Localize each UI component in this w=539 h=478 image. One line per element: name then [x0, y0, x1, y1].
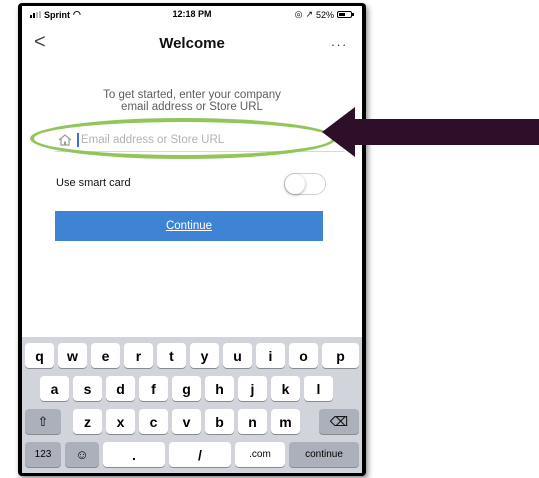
- email-input[interactable]: [81, 131, 331, 149]
- key-a[interactable]: a: [40, 376, 69, 401]
- key-s[interactable]: s: [73, 376, 102, 401]
- key-n[interactable]: n: [238, 409, 267, 434]
- key-z[interactable]: z: [73, 409, 102, 434]
- key-i[interactable]: i: [256, 343, 285, 368]
- key-h[interactable]: h: [205, 376, 234, 401]
- key-o[interactable]: o: [289, 343, 318, 368]
- status-right: ◎ ↗ 52%: [294, 9, 354, 20]
- nav-bar: < Welcome ...: [22, 30, 362, 58]
- backspace-icon: ⌫: [329, 413, 349, 429]
- text-cursor: [77, 133, 79, 147]
- instructions-line-2: email address or Store URL: [121, 101, 263, 113]
- key-q[interactable]: q: [25, 343, 54, 368]
- key-f[interactable]: f: [139, 376, 168, 401]
- key-u[interactable]: u: [223, 343, 252, 368]
- key-e[interactable]: e: [91, 343, 120, 368]
- key-t[interactable]: t: [157, 343, 186, 368]
- smart-card-toggle[interactable]: [284, 173, 326, 195]
- key-w[interactable]: w: [58, 343, 87, 368]
- continue-key[interactable]: continue: [289, 442, 359, 467]
- status-bar: Sprint ◠ 12:18 PM ◎ ↗ 52%: [22, 6, 362, 22]
- continue-button[interactable]: Continue: [55, 211, 323, 241]
- key-j[interactable]: j: [238, 376, 267, 401]
- battery-icon: [337, 11, 354, 18]
- rotation-lock-icon: ◎: [294, 9, 303, 19]
- shift-icon: ⇧: [37, 413, 49, 429]
- key-x[interactable]: x: [106, 409, 135, 434]
- battery-percent: 52%: [315, 9, 334, 20]
- ellipsis-icon: ...: [331, 34, 348, 49]
- instructions-line-1: To get started, enter your company: [103, 89, 281, 101]
- keyboard: q w e r t y u i o p a s d f g h j k l ⇧ …: [22, 337, 362, 473]
- key-r[interactable]: r: [124, 343, 153, 368]
- location-icon: ↗: [305, 9, 313, 19]
- key-c[interactable]: c: [139, 409, 168, 434]
- house-icon: [58, 134, 72, 146]
- key-y[interactable]: y: [190, 343, 219, 368]
- more-options-button[interactable]: ...: [331, 34, 348, 49]
- key-v[interactable]: v: [172, 409, 201, 434]
- backspace-key[interactable]: ⌫: [319, 409, 359, 434]
- key-p[interactable]: p: [322, 343, 359, 368]
- key-g[interactable]: g: [172, 376, 201, 401]
- emoji-icon: ☺: [75, 447, 89, 462]
- key-k[interactable]: k: [271, 376, 300, 401]
- key-m[interactable]: m: [271, 409, 300, 434]
- numbers-key[interactable]: 123: [25, 442, 61, 467]
- key-l[interactable]: l: [304, 376, 333, 401]
- smart-card-label: Use smart card: [56, 177, 131, 189]
- app-screen: Sprint ◠ 12:18 PM ◎ ↗ 52% < Welcome ... …: [22, 6, 362, 473]
- pointer-arrow: [322, 107, 539, 157]
- key-slash[interactable]: /: [169, 442, 231, 467]
- toggle-knob: [285, 174, 305, 194]
- key-d[interactable]: d: [106, 376, 135, 401]
- key-b[interactable]: b: [205, 409, 234, 434]
- dotcom-key[interactable]: .com: [235, 442, 285, 467]
- key-dot[interactable]: .: [103, 442, 165, 467]
- instructions-text: To get started, enter your company email…: [62, 89, 322, 113]
- field-underline: [55, 151, 345, 152]
- phone-frame: Sprint ◠ 12:18 PM ◎ ↗ 52% < Welcome ... …: [18, 3, 366, 476]
- shift-key[interactable]: ⇧: [25, 409, 61, 434]
- page-title: Welcome: [159, 35, 225, 52]
- email-field[interactable]: [55, 126, 345, 156]
- emoji-key[interactable]: ☺: [65, 442, 99, 467]
